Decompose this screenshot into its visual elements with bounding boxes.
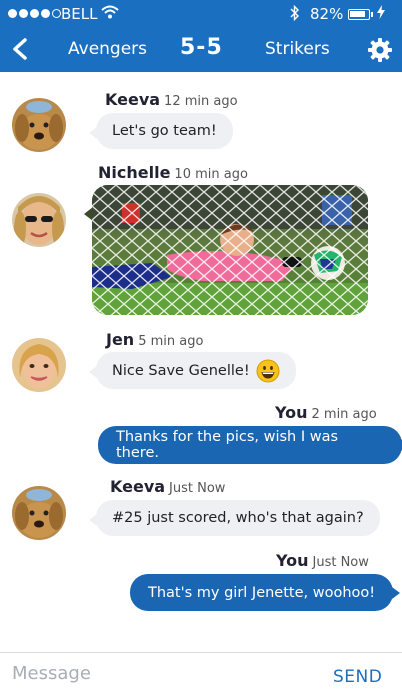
message-composer: SEND (0, 652, 402, 700)
message-sender: Nichelle 10 min ago (98, 163, 248, 182)
dog-avatar[interactable] (12, 486, 66, 540)
message-timestamp: 12 min ago (164, 94, 238, 109)
home-team-name: Avengers (68, 39, 148, 59)
dog-avatar[interactable] (12, 98, 66, 152)
message-bubble: That's my girl Jenette, woohoo! (130, 574, 401, 611)
woman-blonde-avatar[interactable] (12, 338, 66, 392)
message-sender: Jen 5 min ago (106, 330, 204, 349)
message-sender: You Just Now (276, 551, 369, 570)
message-timestamp: Just Now (169, 481, 226, 496)
message-timestamp: Just Now (312, 555, 369, 570)
nav-bar: Avengers 5-5 Strikers (0, 28, 402, 72)
woman-sunglasses-avatar[interactable] (12, 193, 66, 247)
send-button[interactable]: SEND (333, 667, 382, 687)
message-bubble: Nice Save Genelle! (89, 352, 296, 389)
photo-message[interactable] (92, 185, 368, 315)
top-bar: BELL 82% Avengers 5-5 Strikers (0, 0, 402, 72)
message-sender: You 2 min ago (275, 403, 377, 422)
message-sender: Keeva Just Now (110, 477, 226, 496)
charging-icon (377, 5, 385, 19)
battery-icon (348, 9, 373, 20)
status-bar: BELL 82% (0, 0, 402, 28)
gear-icon[interactable] (367, 37, 393, 63)
back-arrow-icon[interactable] (10, 37, 32, 61)
message-timestamp: 5 min ago (138, 334, 204, 349)
game-score: 5-5 (180, 35, 223, 60)
grinning-face-icon (256, 359, 280, 382)
message-timestamp: 2 min ago (311, 407, 377, 422)
message-input[interactable] (12, 663, 312, 684)
wifi-icon (101, 5, 119, 19)
signal-strength-icon (8, 9, 61, 18)
message-bubble: #25 just scored, who's that again? (89, 500, 380, 536)
bluetooth-icon (290, 5, 299, 21)
carrier-name: BELL (61, 5, 98, 23)
battery-percent: 82% (310, 5, 344, 23)
message-timestamp: 10 min ago (174, 167, 248, 182)
message-bubble: Let's go team! (89, 113, 233, 149)
away-team-name: Strikers (265, 39, 330, 59)
message-sender: Keeva 12 min ago (105, 90, 238, 109)
message-bubble: Thanks for the pics, wish I was there. (98, 426, 402, 464)
